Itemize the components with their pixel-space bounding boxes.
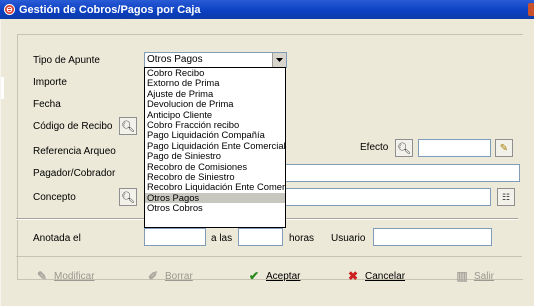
- borrar-button[interactable]: ✐ Borrar: [146, 268, 193, 284]
- app-icon: ⊖: [4, 4, 15, 15]
- codigo-recibo-label: Código de Recibo: [33, 121, 113, 132]
- dropdown-option-selected[interactable]: Otros Pagos: [145, 192, 285, 204]
- usuario-input[interactable]: [373, 228, 492, 246]
- tipo-apunte-dropdown-list[interactable]: Cobro Recibo Extorno de Prima Ajuste de …: [144, 67, 286, 228]
- dropdown-option[interactable]: Pago Liquidación Compañía: [145, 130, 285, 140]
- concepto-search-button[interactable]: 🔍︎: [119, 188, 137, 206]
- exit-door-icon: ▥: [456, 269, 468, 283]
- importe-label: Importe: [33, 77, 67, 88]
- salir-button[interactable]: ▥ Salir: [455, 268, 494, 284]
- dropdown-option[interactable]: Pago Liquidación Ente Comercial: [145, 141, 285, 151]
- footer-separator: [16, 256, 522, 257]
- dropdown-option[interactable]: Recobro de Comisiones: [145, 162, 285, 172]
- folder-edit-icon: ✎: [36, 269, 48, 283]
- concepto-label: Concepto: [33, 192, 76, 203]
- cancelar-button[interactable]: ✖ Cancelar: [346, 268, 405, 284]
- anotada-hora-input[interactable]: [238, 228, 283, 246]
- salir-label: Salir: [474, 270, 495, 282]
- aceptar-label: Aceptar: [266, 270, 301, 282]
- efecto-input[interactable]: [418, 139, 491, 157]
- dropdown-option[interactable]: Devolucion de Prima: [145, 99, 285, 109]
- cancelar-label: Cancelar: [365, 270, 406, 282]
- modificar-button[interactable]: ✎ Modificar: [35, 268, 95, 284]
- horas-label: horas: [289, 233, 315, 244]
- efecto-label: Efecto: [360, 142, 389, 153]
- dropdown-option[interactable]: Pago de Siniestro: [145, 151, 285, 161]
- search-icon: 🔍︎: [397, 142, 411, 155]
- search-icon: 🔍︎: [121, 120, 135, 133]
- chevron-down-icon[interactable]: [272, 53, 286, 67]
- dropdown-option[interactable]: Extorno de Prima: [145, 78, 285, 88]
- tipo-apunte-select[interactable]: Otros Pagos: [144, 52, 287, 68]
- concepto-input[interactable]: [285, 188, 491, 206]
- pen-icon: ✎: [499, 142, 509, 154]
- dropdown-option[interactable]: Cobro Recibo: [145, 68, 285, 78]
- dropdown-option[interactable]: Cobro Fracción recibo: [145, 120, 285, 130]
- dropdown-option[interactable]: Recobro de Siniestro: [145, 172, 285, 182]
- dropdown-option[interactable]: Ajuste de Prima: [145, 89, 285, 99]
- modificar-label: Modificar: [54, 270, 95, 282]
- concepto-list-button[interactable]: ☷: [497, 188, 515, 206]
- close-icon[interactable]: [528, 3, 534, 16]
- checkmark-icon: ✔: [248, 269, 260, 283]
- tipo-apunte-value: Otros Pagos: [147, 54, 203, 65]
- window-title: Gestión de Cobros/Pagos por Caja: [19, 3, 201, 16]
- cancel-x-icon: ✖: [347, 269, 359, 283]
- usuario-label: Usuario: [331, 233, 366, 244]
- pagador-input[interactable]: [285, 164, 520, 182]
- search-icon: 🔍︎: [121, 191, 135, 204]
- fecha-label: Fecha: [33, 99, 61, 110]
- dropdown-option[interactable]: Recobro Liquidación Ente Comercial: [145, 182, 285, 192]
- las-label: a las: [211, 233, 233, 244]
- efecto-search-button[interactable]: 🔍︎: [395, 139, 413, 157]
- tipo-apunte-label: Tipo de Apunte: [33, 55, 100, 66]
- borrar-label: Borrar: [165, 270, 193, 282]
- anotada-label: Anotada el: [33, 233, 81, 244]
- codigo-recibo-search-button[interactable]: 🔍︎: [119, 117, 137, 135]
- dropdown-option[interactable]: Otros Cobros: [145, 203, 285, 213]
- dropdown-option[interactable]: Anticipo Cliente: [145, 110, 285, 120]
- anotada-fecha-input[interactable]: [144, 228, 206, 246]
- aceptar-button[interactable]: ✔ Aceptar: [247, 268, 301, 284]
- list-icon: ☷: [501, 191, 511, 202]
- eraser-icon: ✐: [147, 269, 159, 283]
- window-titlebar: ⊖ Gestión de Cobros/Pagos por Caja: [0, 0, 534, 19]
- efecto-action-button[interactable]: ✎: [495, 139, 513, 157]
- pagador-label: Pagador/Cobrador: [33, 168, 116, 179]
- side-edge: [1, 77, 4, 99]
- referencia-arqueo-label: Referencia Arqueo: [33, 146, 116, 157]
